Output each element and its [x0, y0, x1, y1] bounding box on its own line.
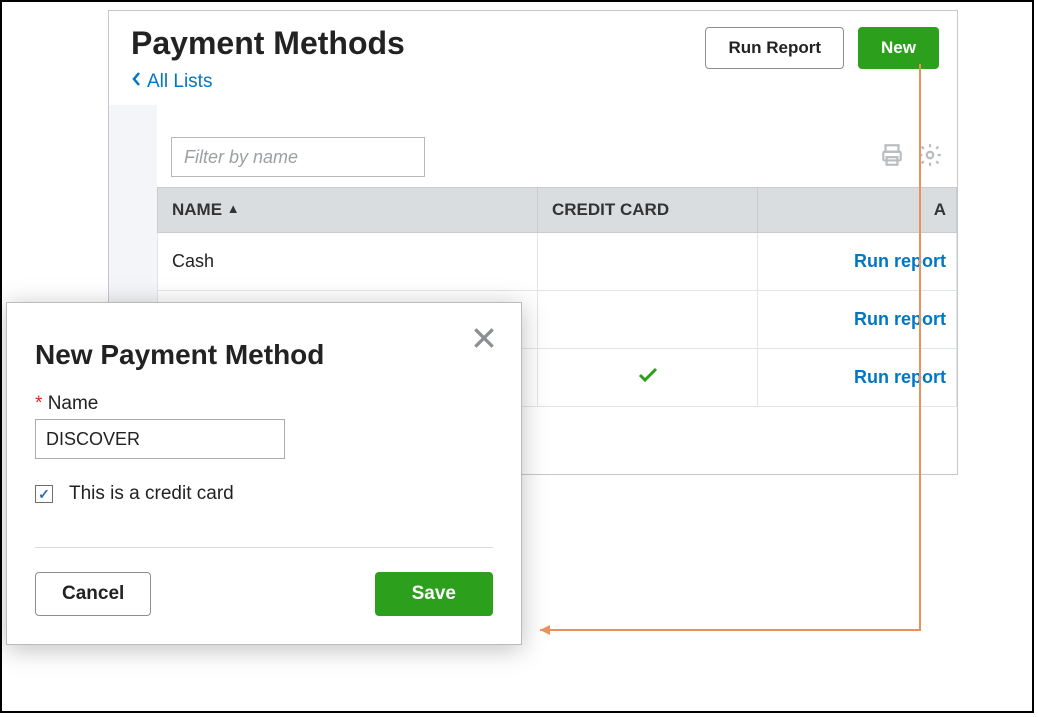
credit-card-checkbox[interactable]: ✓: [35, 485, 53, 503]
gear-icon[interactable]: [917, 142, 943, 173]
checkbox-label: This is a credit card: [69, 483, 234, 505]
table-row: Cash Run report: [158, 233, 957, 291]
cancel-button[interactable]: Cancel: [35, 572, 151, 616]
filter-input[interactable]: [171, 137, 425, 177]
column-header-credit-card[interactable]: CREDIT CARD: [538, 188, 758, 233]
new-payment-method-dialog: New Payment Method * Name ✓ This is a cr…: [6, 302, 522, 645]
page-title: Payment Methods: [131, 25, 405, 62]
row-action-link[interactable]: Run report: [758, 349, 957, 407]
new-button[interactable]: New: [858, 27, 939, 69]
cell-credit-card: [538, 291, 758, 349]
row-action-link[interactable]: Run report: [758, 233, 957, 291]
close-icon[interactable]: [471, 325, 497, 356]
cell-name: Cash: [158, 233, 538, 291]
check-icon: [638, 367, 658, 387]
chevron-left-icon: [131, 71, 141, 93]
save-button[interactable]: Save: [375, 572, 493, 616]
column-header-action[interactable]: A: [758, 188, 957, 233]
cell-credit-card: [538, 233, 758, 291]
back-link-text: All Lists: [147, 71, 212, 93]
row-action-link[interactable]: Run report: [758, 291, 957, 349]
required-indicator: *: [35, 393, 42, 414]
back-link[interactable]: All Lists: [131, 71, 212, 93]
run-report-button[interactable]: Run Report: [705, 27, 844, 69]
name-field-label: * Name: [35, 393, 493, 415]
sort-asc-icon: ▲: [227, 201, 240, 216]
cell-credit-card: [538, 349, 758, 407]
dialog-title: New Payment Method: [35, 339, 324, 371]
print-icon[interactable]: [879, 142, 905, 173]
name-input[interactable]: [35, 419, 285, 459]
column-header-name[interactable]: NAME ▲: [158, 188, 538, 233]
